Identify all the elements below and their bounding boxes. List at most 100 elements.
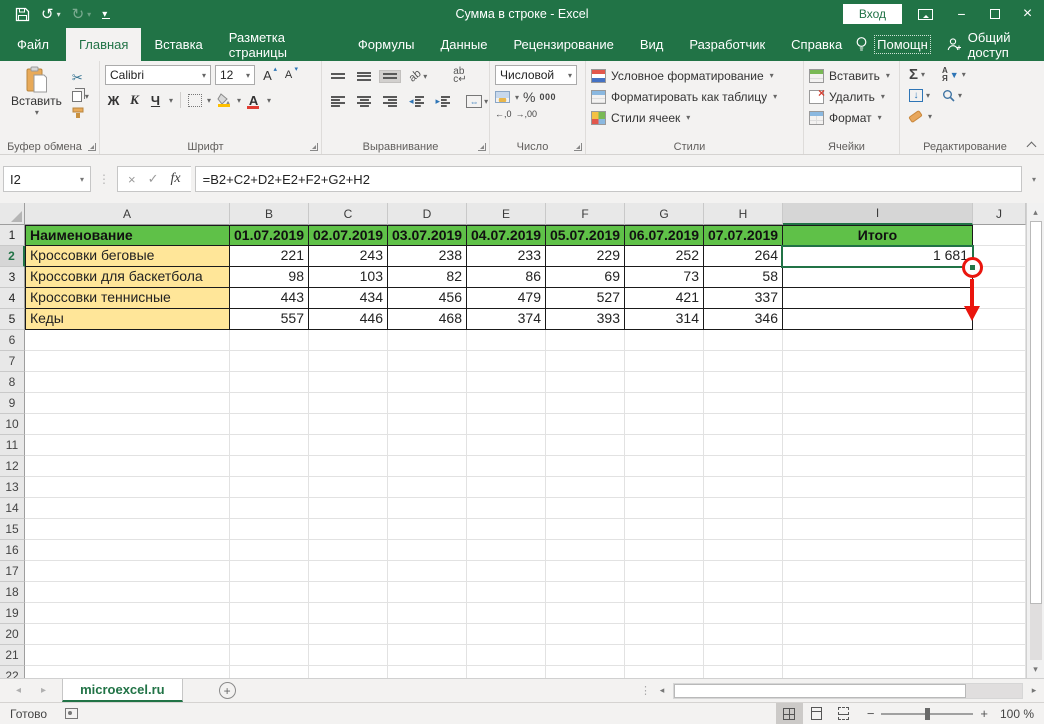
undo-button[interactable]: ↺▾ xyxy=(41,7,61,22)
underline-button[interactable]: Ч xyxy=(147,91,164,109)
cell-G13[interactable] xyxy=(625,477,704,498)
cell-H9[interactable] xyxy=(704,393,783,414)
cell-J1[interactable] xyxy=(973,225,1026,246)
row-header-17[interactable]: 17 xyxy=(0,561,25,582)
cell-E3[interactable]: 86 xyxy=(467,267,546,288)
cell-B4[interactable]: 443 xyxy=(230,288,309,309)
cell-C6[interactable] xyxy=(309,330,388,351)
cell-F19[interactable] xyxy=(546,603,625,624)
cell-J3[interactable] xyxy=(973,267,1026,288)
cell-G12[interactable] xyxy=(625,456,704,477)
cell-I16[interactable] xyxy=(783,540,973,561)
cell-C5[interactable]: 446 xyxy=(309,309,388,330)
cancel-formula-button[interactable]: × xyxy=(128,172,136,187)
cell-E7[interactable] xyxy=(467,351,546,372)
cell-F16[interactable] xyxy=(546,540,625,561)
cell-B10[interactable] xyxy=(230,414,309,435)
cell-E13[interactable] xyxy=(467,477,546,498)
decrease-decimal-button[interactable]: →,00 xyxy=(516,109,538,119)
cell-B12[interactable] xyxy=(230,456,309,477)
cell-C7[interactable] xyxy=(309,351,388,372)
cell-G21[interactable] xyxy=(625,645,704,666)
cell-B5[interactable]: 557 xyxy=(230,309,309,330)
cell-J19[interactable] xyxy=(973,603,1026,624)
cell-C3[interactable]: 103 xyxy=(309,267,388,288)
cell-C19[interactable] xyxy=(309,603,388,624)
cell-G1[interactable]: 06.07.2019 xyxy=(625,225,704,246)
cell-A10[interactable] xyxy=(25,414,230,435)
cell-C10[interactable] xyxy=(309,414,388,435)
save-icon[interactable] xyxy=(15,7,30,22)
cell-B8[interactable] xyxy=(230,372,309,393)
cell-J8[interactable] xyxy=(973,372,1026,393)
cell-D11[interactable] xyxy=(388,435,467,456)
cell-D15[interactable] xyxy=(388,519,467,540)
cell-F17[interactable] xyxy=(546,561,625,582)
column-header-G[interactable]: G xyxy=(625,203,704,225)
cell-D13[interactable] xyxy=(388,477,467,498)
cell-J14[interactable] xyxy=(973,498,1026,519)
cell-J10[interactable] xyxy=(973,414,1026,435)
italic-button[interactable]: К xyxy=(126,91,143,109)
cell-F12[interactable] xyxy=(546,456,625,477)
cell-D12[interactable] xyxy=(388,456,467,477)
cell-F20[interactable] xyxy=(546,624,625,645)
name-box[interactable]: I2▾ xyxy=(3,166,91,192)
borders-button[interactable] xyxy=(188,94,202,107)
cell-A22[interactable] xyxy=(25,666,230,678)
column-header-J[interactable]: J xyxy=(973,203,1026,225)
cell-E11[interactable] xyxy=(467,435,546,456)
cell-H13[interactable] xyxy=(704,477,783,498)
cell-F1[interactable]: 05.07.2019 xyxy=(546,225,625,246)
cell-B7[interactable] xyxy=(230,351,309,372)
cell-J9[interactable] xyxy=(973,393,1026,414)
cell-B18[interactable] xyxy=(230,582,309,603)
align-left-button[interactable] xyxy=(327,93,349,110)
row-header-2[interactable]: 2 xyxy=(0,246,25,267)
cell-G20[interactable] xyxy=(625,624,704,645)
column-header-D[interactable]: D xyxy=(388,203,467,225)
column-header-H[interactable]: H xyxy=(704,203,783,225)
number-format-select[interactable]: Числовой▾ xyxy=(495,65,577,85)
cell-E21[interactable] xyxy=(467,645,546,666)
cell-I20[interactable] xyxy=(783,624,973,645)
cell-C16[interactable] xyxy=(309,540,388,561)
cell-D20[interactable] xyxy=(388,624,467,645)
cell-A4[interactable]: Кроссовки теннисные xyxy=(25,288,230,309)
copy-button[interactable]: ▾ xyxy=(72,91,89,102)
ribbon-display-options-icon[interactable] xyxy=(918,9,933,20)
cell-B3[interactable]: 98 xyxy=(230,267,309,288)
cell-B17[interactable] xyxy=(230,561,309,582)
cell-D5[interactable]: 468 xyxy=(388,309,467,330)
sheet-nav-left-arrow[interactable]: ◂ xyxy=(16,685,21,696)
cell-A12[interactable] xyxy=(25,456,230,477)
cell-G14[interactable] xyxy=(625,498,704,519)
cell-H14[interactable] xyxy=(704,498,783,519)
cell-J16[interactable] xyxy=(973,540,1026,561)
cell-B1[interactable]: 01.07.2019 xyxy=(230,225,309,246)
cell-B19[interactable] xyxy=(230,603,309,624)
cell-D3[interactable]: 82 xyxy=(388,267,467,288)
customize-qat-icon[interactable]: ▾ xyxy=(102,9,110,19)
cell-E17[interactable] xyxy=(467,561,546,582)
cell-D1[interactable]: 03.07.2019 xyxy=(388,225,467,246)
cell-F21[interactable] xyxy=(546,645,625,666)
vertical-scroll-thumb[interactable] xyxy=(1030,221,1042,604)
cell-I13[interactable] xyxy=(783,477,973,498)
cell-I15[interactable] xyxy=(783,519,973,540)
cell-E14[interactable] xyxy=(467,498,546,519)
cell-B14[interactable] xyxy=(230,498,309,519)
cell-F2[interactable]: 229 xyxy=(546,246,625,267)
insert-function-button[interactable]: fx xyxy=(171,171,181,187)
row-header-21[interactable]: 21 xyxy=(0,645,25,666)
cell-G5[interactable]: 314 xyxy=(625,309,704,330)
decrease-font-button[interactable]: A xyxy=(280,66,297,84)
cell-B2[interactable]: 221 xyxy=(230,246,309,267)
cell-D10[interactable] xyxy=(388,414,467,435)
row-header-4[interactable]: 4 xyxy=(0,288,25,309)
paste-button[interactable]: Вставить ▾ xyxy=(5,65,68,119)
cell-J22[interactable] xyxy=(973,666,1026,678)
cell-I12[interactable] xyxy=(783,456,973,477)
cell-B6[interactable] xyxy=(230,330,309,351)
row-header-15[interactable]: 15 xyxy=(0,519,25,540)
